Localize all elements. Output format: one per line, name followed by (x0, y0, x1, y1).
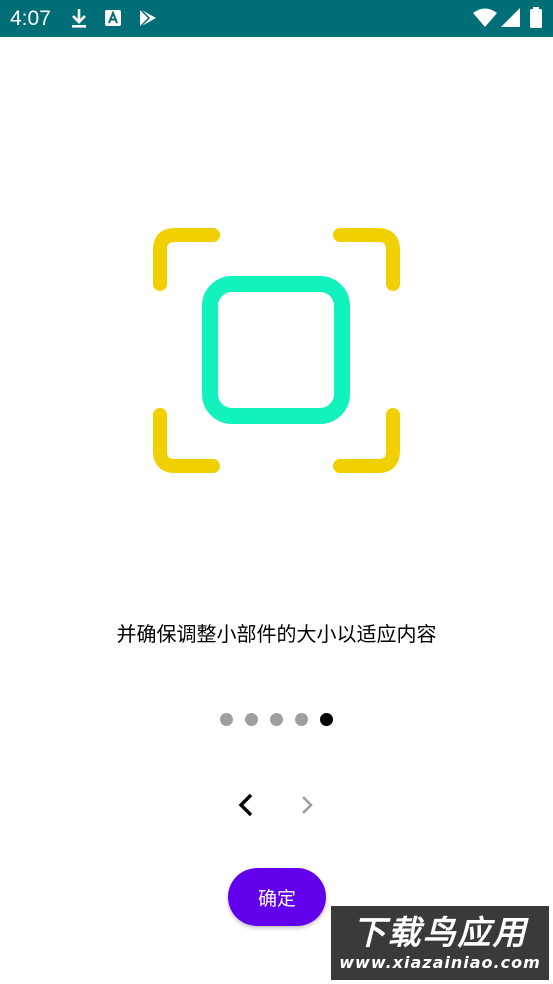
watermark-url: www.xiazainiao.com (339, 953, 541, 972)
cellular-signal-icon (500, 6, 522, 30)
page-dot (220, 712, 233, 726)
download-icon (68, 6, 90, 30)
wifi-icon (472, 6, 498, 30)
previous-button[interactable] (231, 790, 261, 820)
confirm-button[interactable]: 确定 (228, 868, 326, 926)
next-button[interactable] (294, 790, 324, 820)
page-dot-active (320, 712, 333, 726)
page-dot (270, 712, 283, 726)
chevron-left-icon (238, 793, 253, 817)
widget-resize-frame-icon (150, 225, 404, 477)
chevron-right-icon (302, 796, 313, 814)
play-store-icon (138, 6, 158, 30)
status-bar: 4:07 (0, 0, 553, 37)
battery-icon (529, 6, 543, 30)
watermark-title: 下载鸟应用 (352, 913, 528, 952)
font-app-icon (104, 6, 122, 30)
onboarding-instruction: 并确保调整小部件的大小以适应内容 (116, 622, 437, 646)
watermark: 下载鸟应用 www.xiazainiao.com (331, 906, 549, 980)
page-dot (245, 712, 258, 726)
page-indicator (0, 712, 553, 726)
status-time: 4:07 (10, 7, 51, 30)
page-dot (295, 712, 308, 726)
